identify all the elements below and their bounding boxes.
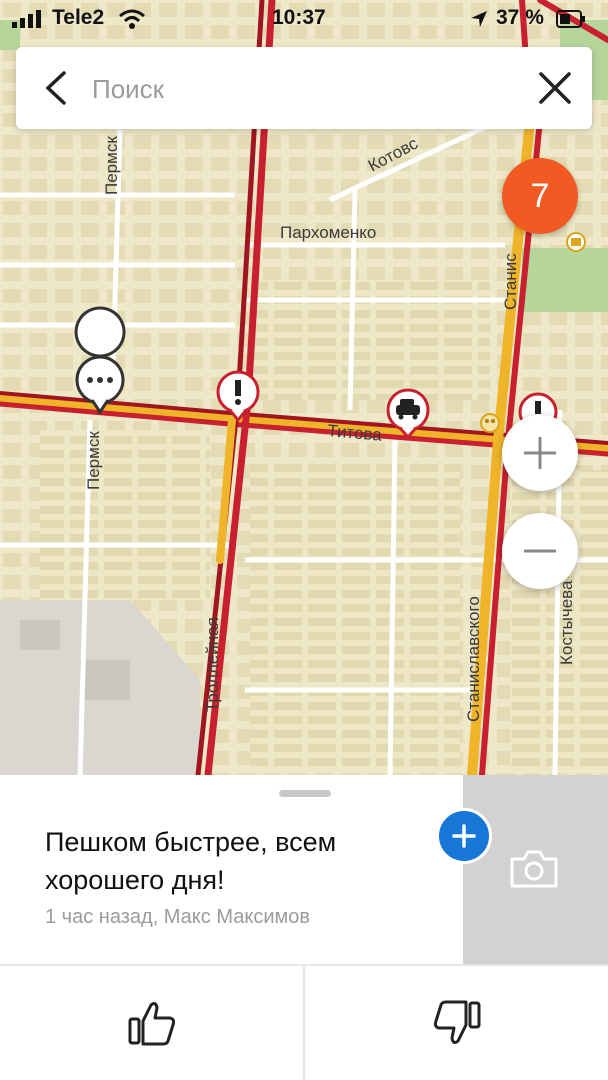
photo-placeholder[interactable] xyxy=(463,775,608,965)
street-label: Троллейная xyxy=(203,617,222,712)
minus-icon xyxy=(524,549,556,553)
close-button[interactable] xyxy=(532,65,578,111)
location-arrow-icon xyxy=(471,11,487,27)
theater-icon xyxy=(480,413,500,433)
street-label: Пермск xyxy=(84,431,103,490)
like-button[interactable] xyxy=(0,966,303,1080)
comment-meta: 1 час назад, Макс Максимов xyxy=(45,906,310,928)
search-bar xyxy=(16,47,592,129)
thumbs-up-icon xyxy=(128,1002,175,1046)
plus-icon xyxy=(452,824,476,848)
museum-icon xyxy=(566,232,586,252)
battery-percent: 37 % xyxy=(496,6,544,29)
clock: 10:37 xyxy=(272,6,326,29)
drag-handle[interactable] xyxy=(279,790,331,797)
plus-icon xyxy=(524,437,556,469)
street-label: Пархоменко xyxy=(280,223,376,242)
back-button[interactable] xyxy=(34,65,80,111)
zoom-in-button[interactable] xyxy=(502,415,578,491)
battery-icon xyxy=(556,10,585,28)
map[interactable]: Пермск Пермск Пархоменко Котовс Титова Т… xyxy=(0,0,608,775)
street-label: Станис xyxy=(501,253,520,310)
street-label: Пермск xyxy=(102,136,121,195)
events-count-badge[interactable]: 7 xyxy=(502,158,578,234)
signal-icon xyxy=(12,10,41,28)
status-bar: Tele2 10:37 37 % xyxy=(0,0,608,38)
dislike-button[interactable] xyxy=(305,966,608,1080)
add-photo-button[interactable] xyxy=(436,808,492,864)
thumbs-down-icon xyxy=(433,1000,480,1044)
camera-icon xyxy=(510,850,558,888)
zoom-out-button[interactable] xyxy=(502,513,578,589)
close-icon xyxy=(539,72,571,104)
street-label: Станиславского xyxy=(464,596,483,722)
carrier-label: Tele2 xyxy=(52,6,105,29)
search-input[interactable] xyxy=(92,69,512,109)
street-label: Костычева xyxy=(557,580,576,665)
wifi-icon xyxy=(119,9,145,29)
comment-sheet: Пешком быстрее, всем хорошего дня! 1 час… xyxy=(0,775,608,1080)
comment-text: Пешком быстрее, всем хорошего дня! xyxy=(45,827,337,895)
chevron-left-icon xyxy=(45,71,66,105)
